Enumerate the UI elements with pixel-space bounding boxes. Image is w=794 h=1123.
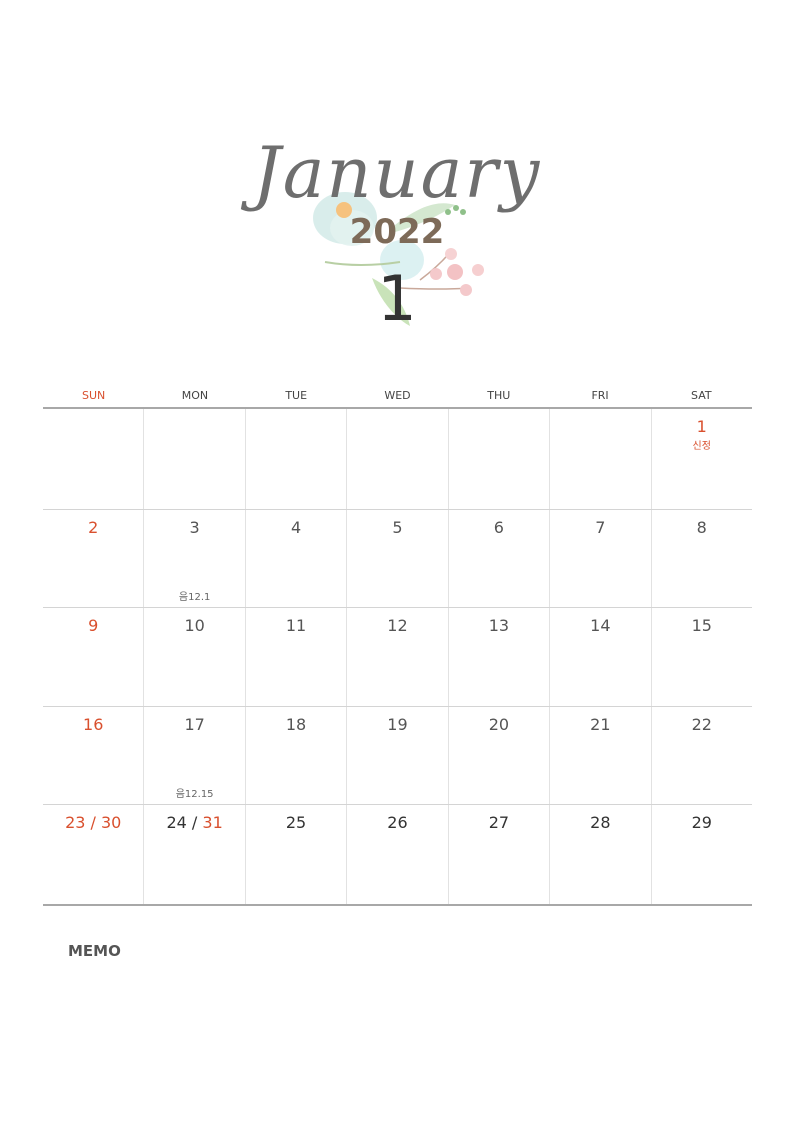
day-cell: 23 / 30 xyxy=(43,805,145,904)
day-number: 24 / 31 xyxy=(144,813,244,832)
day-cell: 11 xyxy=(246,608,348,706)
weekday-sat: SAT xyxy=(691,389,712,402)
day-number: 19 xyxy=(387,715,408,734)
week-row: 23 / 30 24 / 31 25 26 27 28 29 xyxy=(43,805,752,906)
day-number: 8 xyxy=(696,518,707,537)
day-number: 21 xyxy=(590,715,611,734)
day-cell: 22 xyxy=(652,707,752,804)
day-number: 7 xyxy=(595,518,606,537)
day-cell xyxy=(144,409,246,509)
day-cell: 21 xyxy=(550,707,652,804)
day-cell: 29 xyxy=(652,805,752,904)
memo-label: MEMO xyxy=(68,942,121,960)
weekday-fri: FRI xyxy=(591,389,609,402)
day-cell: 4 xyxy=(246,510,348,607)
day-number: 5 xyxy=(392,518,403,537)
day-number: 2 xyxy=(88,518,99,537)
day-cell: 19 xyxy=(347,707,449,804)
week-row: 2 3 음12.1 4 5 6 7 8 xyxy=(43,510,752,608)
day-number: 17 xyxy=(184,715,205,734)
day-number: 16 xyxy=(83,715,104,734)
day-number: 27 xyxy=(488,813,510,832)
day-cell: 17 음12.15 xyxy=(144,707,246,804)
holiday-label: 신정 xyxy=(692,441,711,452)
day-cell xyxy=(246,409,348,509)
day-cell: 20 xyxy=(449,707,551,804)
day-number: 13 xyxy=(488,616,510,635)
day-number: 10 xyxy=(184,616,205,635)
day-cell: 7 xyxy=(550,510,652,607)
day-cell: 5 xyxy=(347,510,449,607)
day-cell: 28 xyxy=(550,805,652,904)
month-number: 1 xyxy=(377,262,417,335)
day-number: 28 xyxy=(590,813,611,832)
day-number: 3 xyxy=(189,518,200,537)
day-cell: 24 / 31 xyxy=(144,805,246,904)
day-number: 12 xyxy=(387,616,408,635)
day-cell: 6 xyxy=(449,510,551,607)
week-row: 1 신정 xyxy=(43,409,752,510)
day-cell: 8 xyxy=(652,510,752,607)
weekday-tue: TUE xyxy=(285,389,308,402)
weekday-sun: SUN xyxy=(82,389,106,402)
weekday-header-row: SUN MON TUE WED THU FRI SAT xyxy=(43,385,752,409)
day-number: 29 xyxy=(691,813,712,832)
weekday-mon: MON xyxy=(181,389,209,402)
day-cell: 25 xyxy=(246,805,348,904)
day-cell xyxy=(550,409,652,509)
week-row: 9 10 11 12 13 14 15 xyxy=(43,608,752,707)
day-cell xyxy=(449,409,551,509)
lunar-date: 음12.15 xyxy=(175,789,214,800)
day-cell: 15 xyxy=(652,608,752,706)
day-number: 6 xyxy=(493,518,504,537)
day-cell: 12 xyxy=(347,608,449,706)
day-number-24: 24 / xyxy=(166,813,203,832)
day-number: 25 xyxy=(285,813,307,832)
day-cell: 3 음12.1 xyxy=(144,510,246,607)
week-row: 16 17 음12.15 18 19 20 21 22 xyxy=(43,707,752,805)
day-cell: 2 xyxy=(43,510,145,607)
day-number: 9 xyxy=(88,616,99,635)
day-number: 20 xyxy=(488,715,510,734)
day-number: 22 xyxy=(691,715,712,734)
lunar-date: 음12.1 xyxy=(178,592,211,603)
day-cell: 16 xyxy=(43,707,145,804)
day-number-31: 31 xyxy=(202,813,223,832)
weekday-thu: THU xyxy=(487,389,511,402)
day-cell: 18 xyxy=(246,707,348,804)
day-number: 15 xyxy=(691,616,712,635)
weekday-wed: WED xyxy=(384,389,411,402)
day-cell: 27 xyxy=(449,805,551,904)
day-number: 4 xyxy=(290,518,302,537)
day-number: 14 xyxy=(590,616,611,635)
day-number: 11 xyxy=(285,616,307,635)
calendar-grid: SUN MON TUE WED THU FRI SAT 1 신정 2 3 음12… xyxy=(43,385,752,906)
calendar-header: January 2022 1 xyxy=(0,0,794,350)
day-number: 1 xyxy=(696,417,707,436)
day-cell: 13 xyxy=(449,608,551,706)
day-cell xyxy=(347,409,449,509)
year-label: 2022 xyxy=(349,212,445,252)
day-number: 26 xyxy=(387,813,408,832)
day-cell: 10 xyxy=(144,608,246,706)
day-cell: 1 신정 xyxy=(652,409,752,509)
day-cell: 26 xyxy=(347,805,449,904)
day-cell xyxy=(43,409,145,509)
month-name: January xyxy=(252,132,542,214)
day-cell: 9 xyxy=(43,608,145,706)
day-number: 18 xyxy=(285,715,307,734)
day-number: 23 / 30 xyxy=(65,813,122,832)
day-cell: 14 xyxy=(550,608,652,706)
